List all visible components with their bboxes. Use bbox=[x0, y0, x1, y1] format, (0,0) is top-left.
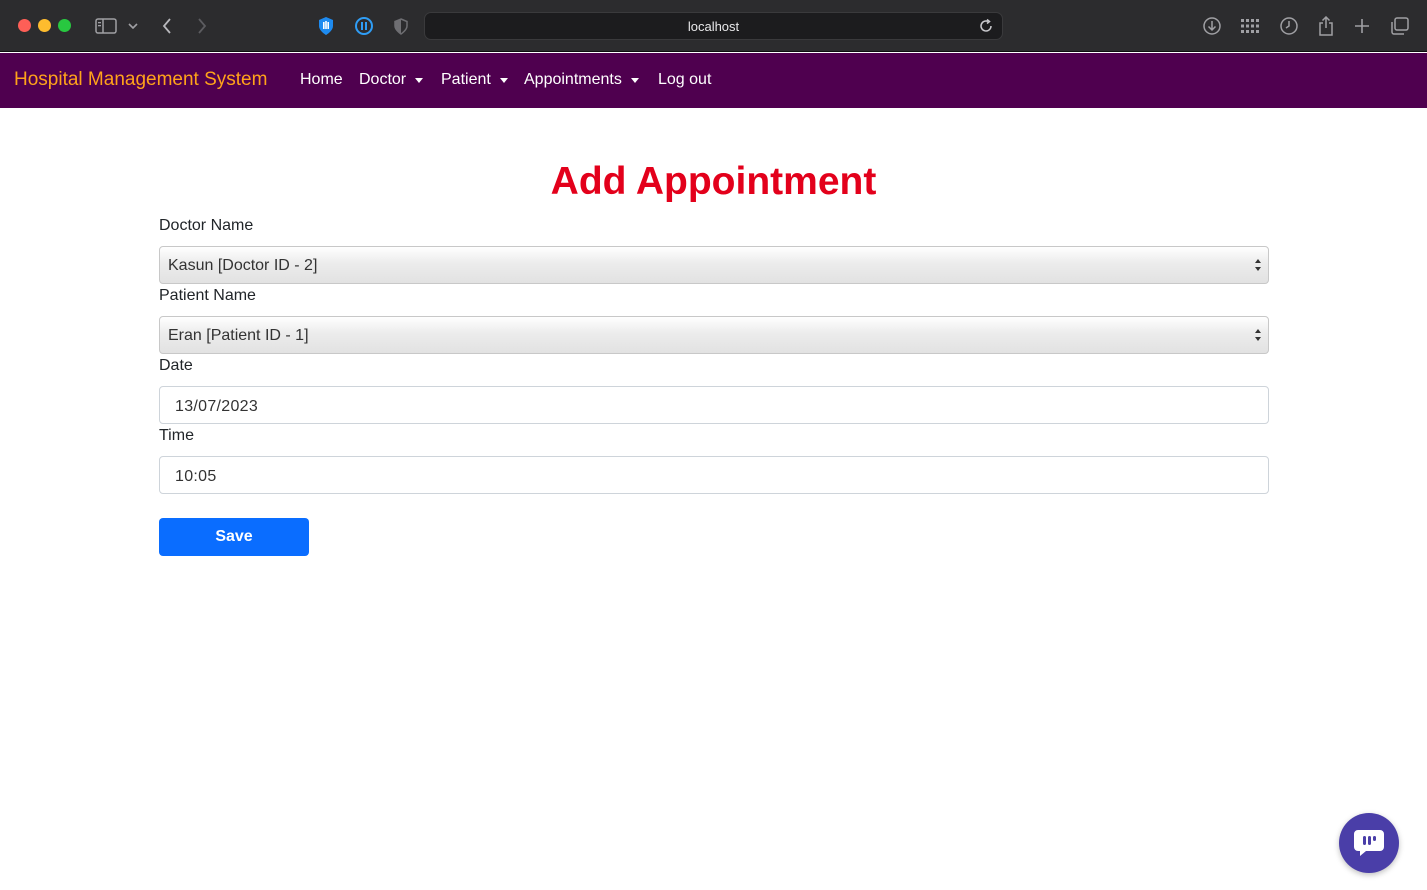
nav-patient-dropdown[interactable]: Patient bbox=[441, 71, 508, 89]
doctor-name-label: Doctor Name bbox=[159, 217, 254, 234]
new-tab-icon[interactable] bbox=[1350, 14, 1374, 38]
date-input[interactable]: 13/07/2023 bbox=[159, 386, 1269, 424]
reload-icon[interactable] bbox=[978, 18, 996, 36]
shield-icon[interactable] bbox=[389, 14, 413, 38]
patient-name-value: Eran [Patient ID - 1] bbox=[168, 327, 309, 344]
doctor-name-value: Kasun [Doctor ID - 2] bbox=[168, 257, 318, 274]
select-arrows-icon bbox=[1255, 259, 1261, 271]
nav-appointments-dropdown[interactable]: Appointments bbox=[524, 71, 639, 89]
chat-icon bbox=[1354, 830, 1384, 856]
doctor-name-select[interactable]: Kasun [Doctor ID - 2] bbox=[159, 246, 1269, 284]
history-icon[interactable] bbox=[1277, 14, 1301, 38]
time-input[interactable]: 10:05 bbox=[159, 456, 1269, 494]
patient-name-label: Patient Name bbox=[159, 287, 256, 304]
nav-home-label: Home bbox=[300, 71, 343, 88]
time-label: Time bbox=[159, 427, 194, 444]
nav-patient-label: Patient bbox=[441, 71, 491, 88]
share-icon[interactable] bbox=[1314, 14, 1338, 38]
pause-extension-icon[interactable] bbox=[352, 14, 376, 38]
maximize-window-button[interactable] bbox=[58, 19, 71, 32]
browser-toolbar: localhost bbox=[0, 0, 1427, 52]
caret-down-icon bbox=[630, 78, 639, 83]
nav-logout-label: Log out bbox=[658, 71, 712, 88]
caret-down-icon bbox=[499, 78, 508, 83]
chat-widget-button[interactable] bbox=[1339, 813, 1399, 873]
date-label: Date bbox=[159, 357, 193, 374]
download-icon[interactable] bbox=[1200, 14, 1224, 38]
nav-home[interactable]: Home bbox=[300, 71, 343, 89]
patient-name-select[interactable]: Eran [Patient ID - 1] bbox=[159, 316, 1269, 354]
nav-doctor-label: Doctor bbox=[359, 71, 407, 88]
main-navbar: Hospital Management System Home Doctor P… bbox=[0, 53, 1427, 108]
save-button[interactable]: Save bbox=[159, 518, 309, 556]
forward-icon[interactable] bbox=[190, 14, 214, 38]
save-button-label: Save bbox=[215, 528, 253, 545]
time-value: 10:05 bbox=[175, 468, 217, 485]
navbar-brand[interactable]: Hospital Management System bbox=[14, 69, 267, 91]
nav-appointments-label: Appointments bbox=[524, 71, 622, 88]
hand-extension-icon[interactable] bbox=[314, 14, 338, 38]
close-window-button[interactable] bbox=[18, 19, 31, 32]
tabs-overview-icon[interactable] bbox=[1388, 14, 1412, 38]
date-value: 13/07/2023 bbox=[175, 398, 259, 415]
sidebar-icon[interactable] bbox=[94, 14, 118, 38]
minimize-window-button[interactable] bbox=[38, 19, 51, 32]
nav-doctor-dropdown[interactable]: Doctor bbox=[359, 71, 424, 89]
select-arrows-icon bbox=[1255, 329, 1261, 341]
back-icon[interactable] bbox=[155, 14, 179, 38]
address-url: localhost bbox=[687, 19, 740, 34]
page-title: Add Appointment bbox=[550, 160, 877, 203]
nav-logout[interactable]: Log out bbox=[658, 71, 711, 89]
address-bar[interactable]: localhost bbox=[424, 12, 1003, 40]
chevron-down-icon[interactable] bbox=[122, 14, 144, 38]
caret-down-icon bbox=[415, 78, 424, 83]
grid-icon[interactable] bbox=[1238, 14, 1262, 38]
